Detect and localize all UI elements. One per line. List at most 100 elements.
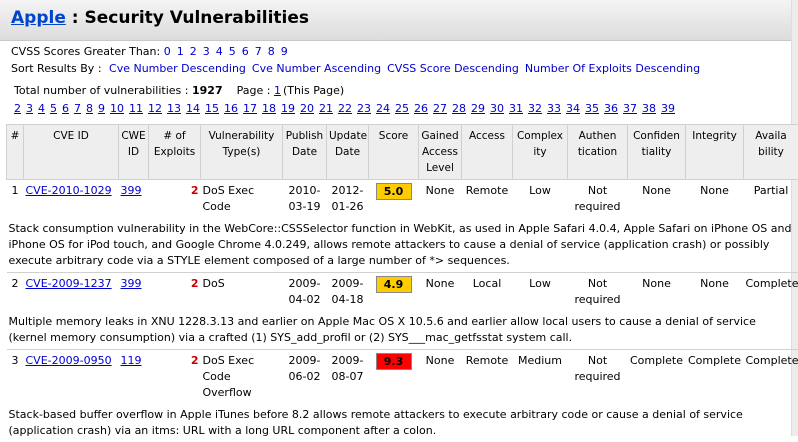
page-link-31[interactable]: 31 (509, 102, 523, 115)
vulnerability-summary: Stack-based buffer overflow in Apple iTu… (7, 404, 798, 442)
col-access: Access (462, 125, 513, 180)
cvss-filter-4[interactable]: 4 (216, 45, 223, 58)
summary-row: Multiple memory leaks in XNU 1228.3.13 a… (7, 311, 798, 350)
sort-label: Sort Results By : (11, 62, 102, 75)
summary-row: Stack-based buffer overflow in Apple iTu… (7, 404, 798, 442)
page-link-35[interactable]: 35 (585, 102, 599, 115)
page-link-9[interactable]: 9 (98, 102, 105, 115)
cve-id-link[interactable]: CVE-2010-1029 (26, 184, 112, 197)
page-link-7[interactable]: 7 (74, 102, 81, 115)
page-link-38[interactable]: 38 (642, 102, 656, 115)
sort-by-cve-number-descending[interactable]: Cve Number Descending (109, 62, 246, 75)
exploit-count: 2 (191, 277, 199, 290)
sort-by-number-of-exploits-descending[interactable]: Number Of Exploits Descending (525, 62, 700, 75)
col-confidentiality: Confiden tiality (628, 125, 686, 180)
page-links: 2345678910111213141516171819202122232425… (14, 102, 680, 115)
page-link-26[interactable]: 26 (414, 102, 428, 115)
page-link-36[interactable]: 36 (604, 102, 618, 115)
col-vuln-type: Vulnerability Type(s) (201, 125, 283, 180)
page-link-3[interactable]: 3 (26, 102, 33, 115)
cwe-id-link[interactable]: 399 (121, 277, 142, 290)
complexity: Low (513, 180, 568, 219)
page-link-28[interactable]: 28 (452, 102, 466, 115)
cve-id-link[interactable]: CVE-2009-0950 (26, 354, 112, 367)
cvss-filter-3[interactable]: 3 (203, 45, 210, 58)
page-title: Apple : Security Vulnerabilities (11, 8, 309, 28)
page-link-13[interactable]: 13 (167, 102, 181, 115)
vuln-type: DoS Exec Code Overflow (201, 350, 283, 405)
page-link-4[interactable]: 4 (38, 102, 45, 115)
cvss-filter-label: CVSS Scores Greater Than: (11, 45, 160, 58)
page-link-39[interactable]: 39 (661, 102, 675, 115)
page-link-18[interactable]: 18 (262, 102, 276, 115)
cve-id-link[interactable]: CVE-2009-1237 (26, 277, 112, 290)
cvss-filter-9[interactable]: 9 (281, 45, 288, 58)
page-link-23[interactable]: 23 (357, 102, 371, 115)
cvss-filter-0[interactable]: 0 (164, 45, 171, 58)
row-number: 2 (7, 273, 24, 312)
page-link-12[interactable]: 12 (148, 102, 162, 115)
cvss-filter-options: 0123456789 (164, 45, 294, 58)
cvss-score-badge: 9.3 (376, 353, 412, 370)
sort-by-cve-number-ascending[interactable]: Cve Number Ascending (252, 62, 381, 75)
cwe-id-link[interactable]: 119 (121, 354, 142, 367)
page-link-21[interactable]: 21 (319, 102, 333, 115)
col-exploits: # of Exploits (149, 125, 201, 180)
cvss-filter-6[interactable]: 6 (242, 45, 249, 58)
page-link-15[interactable]: 15 (205, 102, 219, 115)
col-cwe-id: CWE ID (119, 125, 149, 180)
vuln-type: DoS Exec Code (201, 180, 283, 219)
update-date: 2009-04-18 (327, 273, 369, 312)
page-link-25[interactable]: 25 (395, 102, 409, 115)
cvss-score-badge: 5.0 (376, 183, 412, 200)
current-page-link[interactable]: 1 (274, 84, 281, 97)
authentication: Not required (568, 350, 628, 405)
col-gained-access: Gained Access Level (419, 125, 462, 180)
page-link-6[interactable]: 6 (62, 102, 69, 115)
availability: Partial (744, 180, 798, 219)
sort-by-cvss-score-descending[interactable]: CVSS Score Descending (387, 62, 519, 75)
page-link-30[interactable]: 30 (490, 102, 504, 115)
page-link-34[interactable]: 34 (566, 102, 580, 115)
page-link-32[interactable]: 32 (528, 102, 542, 115)
vulnerabilities-table: # CVE ID CWE ID # of Exploits Vulnerabil… (6, 124, 798, 442)
page-link-33[interactable]: 33 (547, 102, 561, 115)
page-link-5[interactable]: 5 (50, 102, 57, 115)
cvss-filter-1[interactable]: 1 (177, 45, 184, 58)
page-link-19[interactable]: 19 (281, 102, 295, 115)
access: Remote (462, 350, 513, 405)
publish-date: 2010-03-19 (283, 180, 327, 219)
cvss-filter-8[interactable]: 8 (268, 45, 275, 58)
col-update-date: Update Date (327, 125, 369, 180)
cvss-filter-5[interactable]: 5 (229, 45, 236, 58)
page-link-8[interactable]: 8 (86, 102, 93, 115)
page-link-16[interactable]: 16 (224, 102, 238, 115)
page-link-2[interactable]: 2 (14, 102, 21, 115)
page-link-20[interactable]: 20 (300, 102, 314, 115)
cvss-filter-2[interactable]: 2 (190, 45, 197, 58)
page-link-22[interactable]: 22 (338, 102, 352, 115)
integrity: Complete (686, 350, 744, 405)
page-link-14[interactable]: 14 (186, 102, 200, 115)
page-link-24[interactable]: 24 (376, 102, 390, 115)
cwe-id-link[interactable]: 399 (121, 184, 142, 197)
col-availability: Availa bility (744, 125, 798, 180)
col-score: Score (369, 125, 419, 180)
confidentiality: None (628, 273, 686, 312)
page-link-10[interactable]: 10 (110, 102, 124, 115)
page-link-17[interactable]: 17 (243, 102, 257, 115)
integrity: None (686, 180, 744, 219)
update-date: 2012-01-26 (327, 180, 369, 219)
page-header: Apple : Security Vulnerabilities (0, 0, 792, 41)
availability: Complete (744, 350, 798, 405)
row-number: 1 (7, 180, 24, 219)
sort-option-links: Cve Number Descending Cve Number Ascendin… (109, 62, 706, 75)
page-link-11[interactable]: 11 (129, 102, 143, 115)
page-link-37[interactable]: 37 (623, 102, 637, 115)
vendor-link[interactable]: Apple (11, 8, 66, 28)
page-link-27[interactable]: 27 (433, 102, 447, 115)
gained-access: None (419, 180, 462, 219)
gained-access: None (419, 273, 462, 312)
cvss-filter-7[interactable]: 7 (255, 45, 262, 58)
page-link-29[interactable]: 29 (471, 102, 485, 115)
